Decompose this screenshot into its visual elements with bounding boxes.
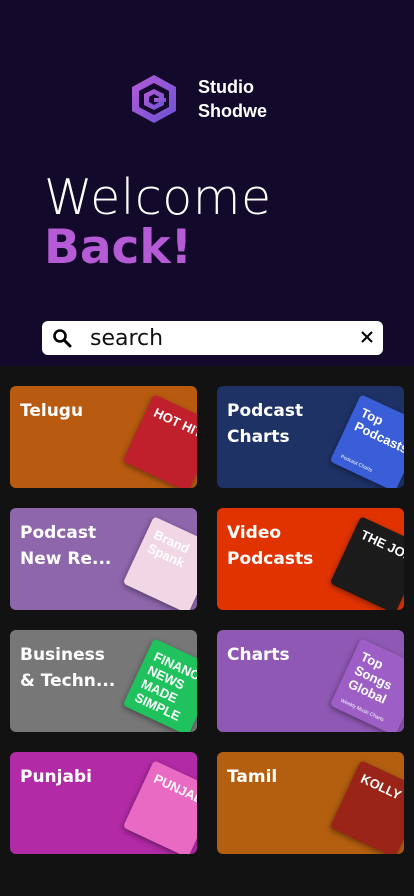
category-cover-image: KOLLY bbox=[329, 760, 404, 854]
category-label: Podcast Charts bbox=[227, 401, 304, 447]
cover-title: FINANCIAL NEWS MADE SIMPLE bbox=[132, 648, 197, 724]
search-bar[interactable] bbox=[42, 321, 383, 355]
category-label: Video Podcasts bbox=[227, 523, 314, 569]
cover-title: Top Podcasts bbox=[352, 404, 404, 457]
category-cover-image: HOT HITS bbox=[122, 394, 197, 488]
category-cover-image: Brand Spank bbox=[122, 516, 197, 610]
category-card[interactable]: Podcast Charts Top Podcasts Podcast Charts bbox=[217, 386, 404, 488]
category-label: Punjabi bbox=[20, 767, 92, 787]
welcome-heading: Welcome bbox=[44, 169, 272, 226]
brand: Studio Shodwe bbox=[131, 74, 267, 124]
cover-title: THE JOE bbox=[358, 526, 404, 564]
search-icon[interactable] bbox=[52, 328, 72, 348]
cover-title: Brand Spank bbox=[145, 526, 192, 571]
close-icon[interactable] bbox=[359, 329, 375, 345]
cover-title: HOT HITS bbox=[151, 404, 197, 445]
cover-subtitle: Podcast Charts bbox=[339, 453, 374, 474]
hexagon-spiral-logo-icon bbox=[132, 75, 176, 123]
category-card[interactable]: Podcast New Re... Brand Spank bbox=[10, 508, 197, 610]
category-card[interactable]: Business & Techn... FINANCIAL NEWS MADE S… bbox=[10, 630, 197, 732]
category-cover-image: Top Songs Global Weekly Music Charts bbox=[329, 638, 404, 732]
brand-name: Studio Shodwe bbox=[198, 75, 267, 123]
brand-name-line1: Studio bbox=[198, 77, 254, 97]
category-card[interactable]: Charts Top Songs Global Weekly Music Chart… bbox=[217, 630, 404, 732]
category-label: Podcast New Re... bbox=[20, 523, 112, 569]
category-label: Charts bbox=[227, 645, 290, 665]
category-card[interactable]: Video Podcasts THE JOE bbox=[217, 508, 404, 610]
brand-name-line2: Shodwe bbox=[198, 101, 268, 121]
category-card[interactable]: Punjabi PUNJABI bbox=[10, 752, 197, 854]
header-area: Studio Shodwe Welcome Back! bbox=[0, 0, 414, 366]
category-label: Business & Techn... bbox=[20, 645, 116, 691]
category-label: Tamil bbox=[227, 767, 278, 787]
category-cover-image: FINANCIAL NEWS MADE SIMPLE bbox=[122, 638, 197, 732]
category-card[interactable]: Tamil KOLLY bbox=[217, 752, 404, 854]
back-heading: Back! bbox=[44, 220, 193, 275]
category-card[interactable]: Telugu HOT HITS bbox=[10, 386, 197, 488]
category-cover-image: THE JOE bbox=[329, 516, 404, 610]
category-label: Telugu bbox=[20, 401, 84, 421]
category-cover-image: Top Podcasts Podcast Charts bbox=[329, 394, 404, 488]
category-cover-image: PUNJABI bbox=[122, 760, 197, 854]
cover-title: KOLLY bbox=[358, 770, 404, 803]
search-input[interactable] bbox=[90, 323, 340, 353]
category-grid: Telugu HOT HITS Podcast Charts Top Podcasts… bbox=[0, 366, 414, 896]
cover-title: PUNJABI bbox=[151, 770, 197, 809]
